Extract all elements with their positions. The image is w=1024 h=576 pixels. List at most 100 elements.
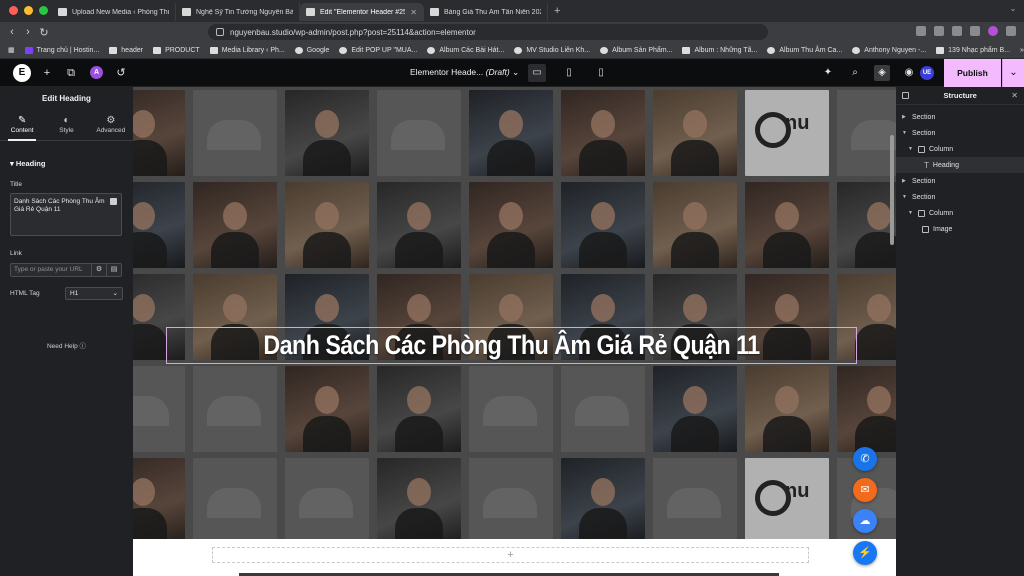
notifications-icon[interactable]: ✦ [820, 65, 836, 81]
elementor-top-bar: E + ⧉ A ↺ Elementor Heade... (Draft) ⌄ ▭… [0, 59, 1024, 87]
close-window-button[interactable] [9, 6, 18, 15]
dynamic-tags-icon[interactable] [110, 198, 117, 205]
new-tab-button[interactable]: + [554, 5, 560, 22]
canvas-scrollbar[interactable] [890, 135, 894, 245]
forward-icon[interactable]: › [20, 26, 36, 38]
publish-button[interactable]: Publish [944, 59, 1001, 87]
structure-item-heading[interactable]: T Heading [896, 157, 1024, 173]
edit-panel: Edit Heading ✎ Content ◐ Style ⚙ Advanced ▾… [0, 87, 133, 576]
mobile-view-icon[interactable]: ▯ [592, 64, 610, 82]
bookmark[interactable]: Album : Những Tã... [682, 46, 757, 54]
section-toggle[interactable]: ▾ Heading [10, 159, 123, 168]
chat-icon[interactable]: ☁ [853, 509, 877, 533]
maximize-window-button[interactable] [39, 6, 48, 15]
structure-item-section[interactable]: ▶ Section [896, 173, 1024, 189]
elementor-logo-icon[interactable]: E [13, 64, 31, 82]
browser-tab[interactable]: Bảng Giá Thu Âm Tân Niên 2026 P [424, 3, 548, 21]
reload-icon[interactable]: ↻ [36, 26, 52, 39]
editor-canvas[interactable]: Danh Sách Các Phòng Thu Âm Giá Rẻ Quận 1… [133, 87, 896, 576]
add-element-icon[interactable]: + [40, 66, 54, 80]
vpn-icon[interactable] [970, 26, 980, 36]
browser-tab-active[interactable]: Edit "Elementor Header #2511 ✕ [300, 3, 424, 21]
favicon-icon [182, 8, 191, 16]
close-tab-icon[interactable]: ✕ [410, 8, 417, 17]
bookmark[interactable]: header [109, 46, 143, 54]
bookmark[interactable]: MV Studio Liên Kh... [514, 46, 590, 54]
tab-label: Advanced [96, 127, 126, 134]
tab-advanced[interactable]: ⚙ Advanced [89, 111, 133, 140]
tab-label: Content [10, 127, 34, 134]
cast-icon[interactable] [916, 26, 926, 36]
caret-down-icon: ▼ [902, 130, 907, 136]
structure-item-image[interactable]: Image [896, 221, 1024, 237]
tab-style[interactable]: ◐ Style [44, 111, 88, 140]
download-icon[interactable] [952, 26, 962, 36]
structure-item-label: Section [912, 113, 936, 121]
tab-title: Nghệ Sỹ Tin Tưởng Nguyễn Báu St [196, 8, 293, 16]
page-heading: Danh Sách Các Phòng Thu Âm Giá Rẻ Quận 1… [263, 330, 760, 360]
phone-icon[interactable]: ✆ [853, 447, 877, 471]
add-section-button[interactable]: + [212, 547, 809, 563]
title-textarea[interactable]: Danh Sách Các Phòng Thu Âm Giá Rẻ Quận 1… [10, 193, 122, 236]
structure-item-section[interactable]: ▶ Section [896, 109, 1024, 125]
need-help-link[interactable]: Need Help ⓘ [10, 340, 123, 350]
browser-tab[interactable]: Upload New Media ‹ Phòng Thu Â [52, 3, 176, 21]
bookmark[interactable]: Google [294, 46, 329, 54]
selected-heading-widget[interactable]: Danh Sách Các Phòng Thu Âm Giá Rẻ Quận 1… [166, 327, 857, 364]
bookmark[interactable]: Media Library ‹ Ph... [209, 46, 285, 54]
publish-options-chevron-icon[interactable]: ⌄ [1002, 59, 1024, 87]
document-title[interactable]: Elementor Heade... (Draft) ⌄ [410, 67, 519, 78]
tablet-view-icon[interactable]: ▯ [560, 64, 578, 82]
link-dynamic-icon[interactable]: ▤ [107, 263, 122, 277]
ai-assistant-icon[interactable]: A [90, 66, 103, 79]
messenger-icon[interactable]: ⚡ [853, 541, 877, 565]
favicon-icon [306, 8, 315, 16]
bookmark[interactable]: Album Thu Âm Ca... [767, 46, 843, 54]
menu-icon[interactable] [1006, 26, 1016, 36]
sidebar-icon[interactable] [934, 26, 944, 36]
html-tag-select[interactable]: H1 ⌄ [65, 287, 123, 300]
tab-content[interactable]: ✎ Content [0, 111, 44, 141]
user-avatar[interactable]: UE [920, 66, 934, 80]
structure-item-column[interactable]: ▼ Column [896, 141, 1024, 157]
link-input[interactable]: Type or paste your URL [10, 263, 92, 277]
apps-icon[interactable]: ▦ [8, 46, 15, 54]
mail-icon[interactable]: ✉ [853, 478, 877, 502]
bookmark[interactable]: PRODUCT [153, 46, 200, 54]
bookmark-favicon-icon [153, 46, 162, 54]
site-settings-icon[interactable]: ⧉ [64, 66, 78, 80]
preview-icon[interactable]: ◉ [901, 65, 917, 81]
html-tag-value: H1 [70, 290, 79, 297]
bookmark-label: Album Thu Âm Ca... [779, 46, 843, 54]
bookmark[interactable]: Album Sản Phẩm... [600, 46, 672, 54]
structure-item-section[interactable]: ▼ Section [896, 125, 1024, 141]
structure-icon[interactable]: ◈ [874, 65, 890, 81]
structure-item-label: Section [912, 177, 936, 185]
link-options-gear-icon[interactable]: ⚙ [92, 263, 107, 277]
profile-icon[interactable] [988, 26, 998, 36]
bookmark[interactable]: Trang chủ | Hostin... [24, 46, 99, 54]
structure-item-column[interactable]: ▼ Column [896, 205, 1024, 221]
title-value: Danh Sách Các Phòng Thu Âm Giá Rẻ Quận 1… [14, 198, 105, 213]
back-icon[interactable]: ‹ [4, 26, 20, 38]
bookmark[interactable]: Edit POP UP "MUA... [339, 46, 417, 54]
url-field[interactable]: nguyenbau.studio/wp-admin/post.php?post=… [208, 24, 768, 40]
close-icon[interactable]: ✕ [1011, 91, 1018, 100]
search-icon[interactable]: ⌕ [847, 65, 863, 81]
browser-tab[interactable]: Nghệ Sỹ Tin Tưởng Nguyễn Báu St [176, 3, 300, 21]
structure-item-label: Heading [932, 161, 959, 169]
bookmarks-overflow-button[interactable]: » [1020, 47, 1024, 54]
structure-item-section[interactable]: ▼ Section [896, 189, 1024, 205]
bookmark[interactable]: Album Các Bài Hát... [427, 46, 504, 54]
responsive-mode-switcher: ▭ ▯ ▯ [528, 64, 610, 82]
site-info-icon[interactable] [216, 28, 224, 36]
desktop-view-icon[interactable]: ▭ [528, 64, 546, 82]
structure-item-label: Column [929, 145, 954, 153]
need-help-label: Need Help [46, 343, 78, 350]
minimize-window-button[interactable] [24, 6, 33, 15]
bookmark[interactable]: Anthony Nguyen -... [852, 46, 926, 54]
url-text: nguyenbau.studio/wp-admin/post.php?post=… [230, 27, 476, 37]
history-icon[interactable]: ↺ [114, 66, 128, 80]
tab-search-icon[interactable]: ⌄ [1002, 4, 1024, 18]
bookmark[interactable]: 139 Nhạc phẩm B... [936, 46, 1010, 54]
